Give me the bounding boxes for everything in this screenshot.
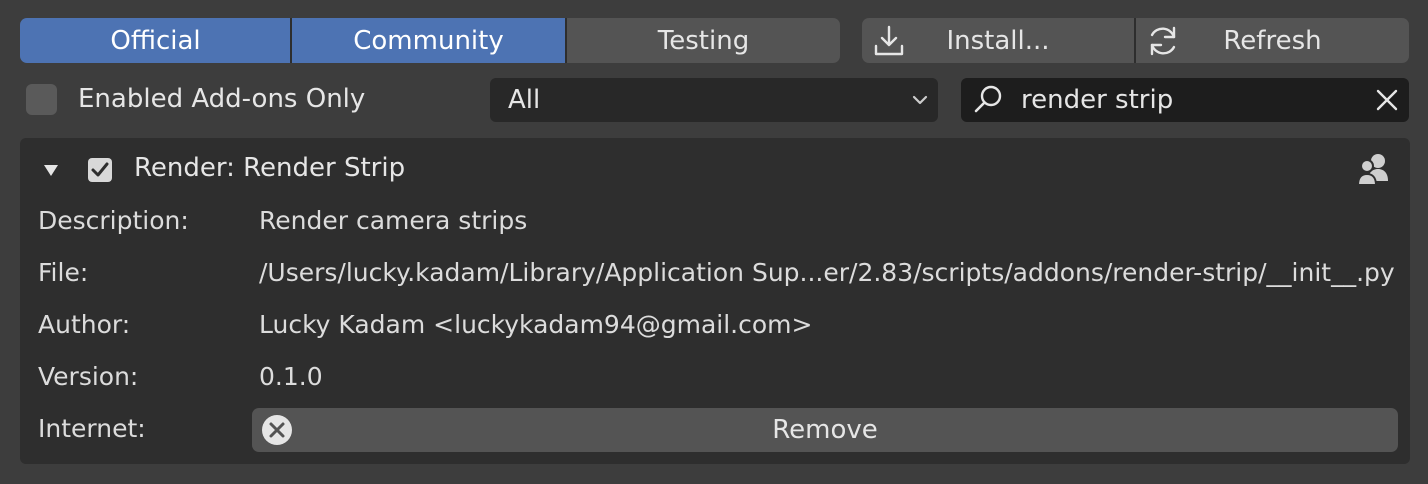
chevron-down-icon [912, 95, 928, 105]
download-icon [874, 25, 904, 56]
version-label: Version: [38, 362, 139, 391]
remove-icon [262, 415, 292, 445]
tab-testing-label: Testing [657, 25, 750, 56]
addon-panel: Render: Render Strip Description: Render… [20, 138, 1410, 464]
remove-button-label: Remove [772, 415, 878, 445]
refresh-button-label: Refresh [1223, 25, 1322, 56]
tab-community-label: Community [353, 25, 504, 56]
tab-community[interactable]: Community [292, 18, 565, 63]
file-label: File: [38, 258, 89, 287]
remove-button[interactable]: Remove [252, 408, 1398, 452]
tab-official[interactable]: Official [20, 18, 291, 63]
internet-label: Internet: [38, 414, 146, 443]
addon-title: Render: Render Strip [134, 153, 406, 183]
version-value: 0.1.0 [259, 362, 323, 391]
search-input-value: render strip [1021, 85, 1174, 115]
author-value: Lucky Kadam <luckykadam94@gmail.com> [259, 310, 813, 339]
community-users-icon [1356, 154, 1388, 186]
enabled-only-checkbox[interactable] [26, 84, 57, 115]
disclosure-triangle-icon[interactable] [42, 162, 60, 178]
author-label: Author: [38, 310, 131, 339]
install-button[interactable]: Install... [862, 18, 1134, 63]
addon-enabled-checkbox[interactable] [88, 158, 112, 182]
tab-testing[interactable]: Testing [567, 18, 840, 63]
refresh-button[interactable]: Refresh [1136, 18, 1409, 63]
description-value: Render camera strips [259, 206, 528, 235]
category-dropdown[interactable]: All [490, 78, 938, 122]
tab-official-label: Official [110, 25, 201, 56]
search-input[interactable]: render strip [961, 78, 1409, 122]
file-value: /Users/lucky.kadam/Library/Application S… [259, 258, 1395, 287]
description-label: Description: [38, 206, 189, 235]
install-button-label: Install... [946, 25, 1050, 56]
checkmark-icon [91, 162, 109, 177]
close-icon[interactable] [1375, 88, 1399, 112]
category-dropdown-value: All [508, 85, 541, 115]
refresh-icon [1150, 26, 1176, 56]
search-icon [974, 85, 1002, 113]
enabled-only-label: Enabled Add-ons Only [78, 84, 366, 114]
